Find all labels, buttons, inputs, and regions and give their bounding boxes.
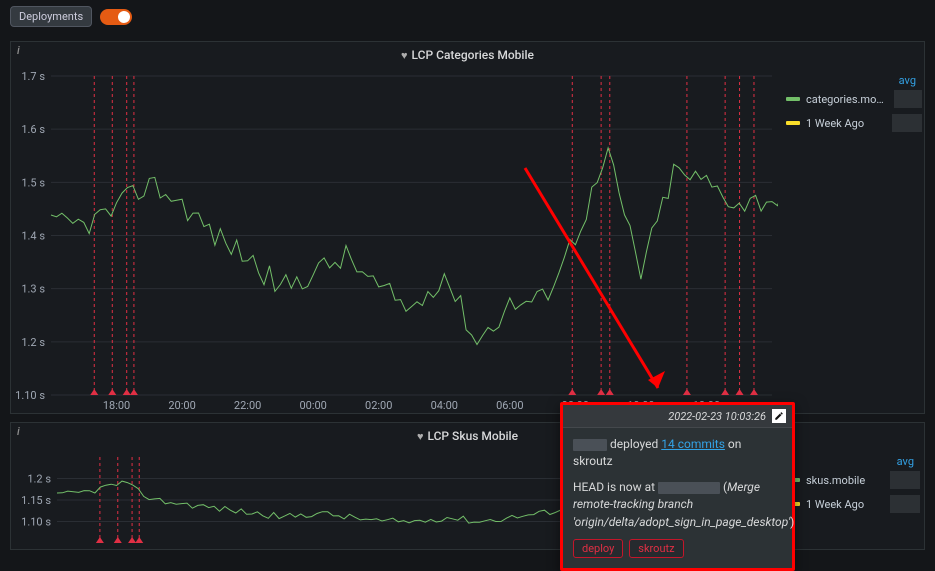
- commits-link[interactable]: 14 commits: [661, 437, 725, 451]
- chart-area[interactable]: 1.10 s 1.2 s 1.3 s 1.4 s 1.5 s 1.6 s 1.7 s 18:0…: [11, 68, 778, 413]
- redacted-user: [573, 439, 607, 451]
- redacted-sha: [658, 482, 720, 494]
- svg-text:1.2 s: 1.2 s: [27, 473, 51, 486]
- svg-text:1.6 s: 1.6 s: [21, 123, 45, 136]
- chart-svg: 1.10 s 1.2 s 1.3 s 1.4 s 1.5 s 1.6 s 1.7 s 18:0…: [11, 68, 778, 413]
- heart-icon: [401, 48, 409, 62]
- svg-text:1.5 s: 1.5 s: [21, 176, 45, 189]
- svg-text:1.10 s: 1.10 s: [21, 516, 51, 529]
- legend: avg categories.mobile 1 Week Ago: [778, 68, 926, 413]
- svg-text:04:00: 04:00: [431, 399, 458, 412]
- deployments-variable[interactable]: Deployments: [10, 6, 92, 27]
- page-header: Deployments: [0, 0, 935, 33]
- svg-text:20:00: 20:00: [168, 399, 195, 412]
- annotation-timestamp: 2022-02-23 10:03:26: [668, 410, 766, 423]
- legend-label: 1 Week Ago: [806, 117, 886, 130]
- svg-text:06:00: 06:00: [496, 399, 523, 412]
- svg-text:1.15 s: 1.15 s: [21, 494, 51, 507]
- legend-swatch: [786, 121, 800, 125]
- panel-lcp-categories-mobile: i LCP Categories Mobile 1.10 s 1.2 s 1.3 s…: [10, 41, 925, 414]
- annotation-tooltip-header: 2022-02-23 10:03:26: [563, 405, 792, 428]
- legend-sparkline: [890, 495, 920, 513]
- legend-label: skus.mobile: [806, 474, 884, 487]
- legend-swatch: [786, 97, 800, 101]
- heart-icon: [417, 429, 425, 443]
- annotation-tag-deploy[interactable]: deploy: [573, 539, 623, 558]
- legend-header[interactable]: avg: [786, 455, 920, 468]
- annotation-edit-button[interactable]: [772, 409, 786, 423]
- legend-item[interactable]: skus.mobile: [786, 468, 920, 492]
- svg-text:1.4 s: 1.4 s: [21, 230, 45, 243]
- panel-title: LCP Skus Mobile: [417, 429, 518, 443]
- svg-text:1.7 s: 1.7 s: [21, 70, 45, 83]
- legend-label: categories.mobile: [806, 93, 888, 106]
- annotation-tooltip: 2022-02-23 10:03:26 deployed 14 commits …: [560, 402, 795, 571]
- legend-sparkline: [894, 90, 922, 108]
- panel-info-icon[interactable]: i: [17, 44, 20, 57]
- legend-sparkline: [890, 471, 920, 489]
- legend-header[interactable]: avg: [786, 74, 922, 87]
- panel-info-icon[interactable]: i: [17, 425, 20, 438]
- svg-text:00:00: 00:00: [299, 399, 326, 412]
- annotation-tag-skroutz[interactable]: skroutz: [629, 539, 683, 558]
- svg-text:1.3 s: 1.3 s: [21, 283, 45, 296]
- legend-sparkline: [892, 114, 922, 132]
- svg-text:22:00: 22:00: [234, 399, 261, 412]
- svg-text:1.10 s: 1.10 s: [15, 389, 45, 402]
- annotation-body: deployed 14 commits on skroutz HEAD is n…: [563, 428, 792, 539]
- legend-item[interactable]: 1 Week Ago: [786, 111, 922, 135]
- legend-item[interactable]: categories.mobile: [786, 87, 922, 111]
- legend: avg skus.mobile 1 Week Ago: [778, 449, 924, 549]
- deployments-toggle[interactable]: [100, 9, 132, 25]
- panel-header: i LCP Categories Mobile: [11, 42, 924, 68]
- panel-title: LCP Categories Mobile: [401, 48, 534, 62]
- svg-text:18:00: 18:00: [103, 399, 130, 412]
- svg-text:02:00: 02:00: [365, 399, 392, 412]
- svg-text:1.2 s: 1.2 s: [21, 336, 45, 349]
- legend-label: 1 Week Ago: [806, 498, 884, 511]
- legend-item[interactable]: 1 Week Ago: [786, 492, 920, 516]
